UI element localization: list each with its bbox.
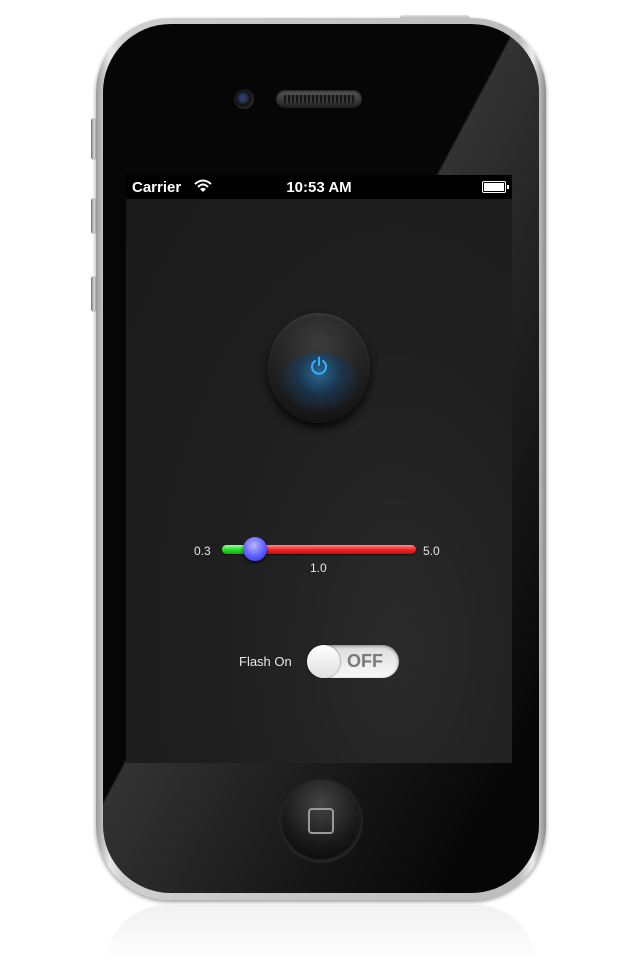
volume-up-button[interactable] (91, 198, 97, 234)
home-button[interactable] (280, 780, 362, 862)
slider-max-label: 5.0 (423, 544, 440, 558)
phone-reflection (106, 905, 536, 965)
mute-switch[interactable] (91, 118, 97, 160)
slider-thumb[interactable] (243, 537, 268, 561)
flash-label: Flash On (239, 654, 292, 669)
slider-value-label: 1.0 (310, 561, 327, 575)
toggle-state-label: OFF (347, 651, 383, 671)
front-camera (234, 89, 254, 109)
slider-min-label: 0.3 (194, 544, 211, 558)
flash-toggle[interactable]: OFF (307, 645, 399, 678)
status-time: 10:53 AM (286, 179, 352, 196)
power-icon (311, 356, 327, 375)
power-button[interactable] (268, 313, 370, 423)
toggle-knob[interactable] (307, 645, 340, 678)
earpiece-speaker (276, 90, 362, 108)
status-bar: Carrier 10:53 AM (126, 175, 512, 199)
volume-down-button[interactable] (91, 276, 97, 312)
battery-icon (482, 181, 509, 193)
app-screen: Carrier 10:53 AM 0.3 5.0 1.0 Flash On OF… (126, 175, 512, 763)
home-square-icon (308, 808, 334, 834)
